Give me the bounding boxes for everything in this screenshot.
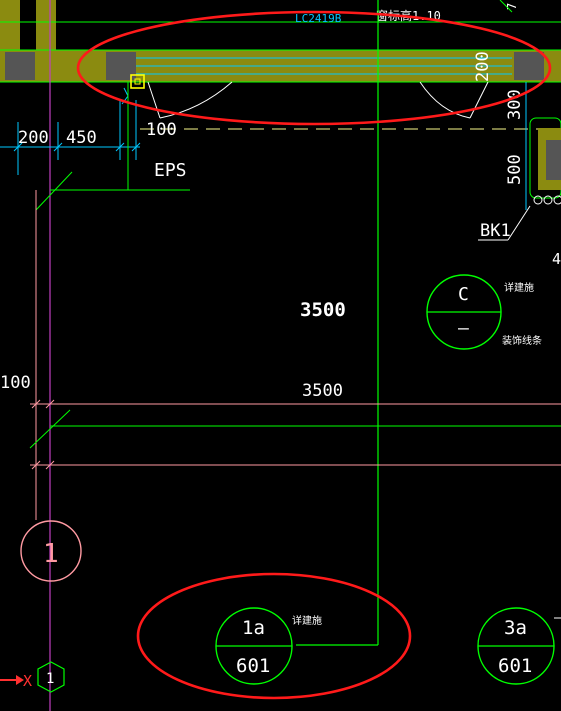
dim-500: 500 — [505, 154, 525, 185]
dim-3500-bold: 3500 — [300, 299, 346, 321]
red-annotation-ellipse-bottom — [136, 572, 412, 700]
callout-3a-top: 3a — [504, 617, 527, 639]
dim-100-left: 100 — [0, 373, 31, 393]
axis-grid-label: 1 — [43, 539, 59, 569]
callout-1a-top: 1a — [242, 617, 265, 639]
cad-drawing-canvas[interactable]: LC2419B 窗标高1.10 7 200 450 100 EPS 200 30… — [0, 0, 561, 711]
callout-c-bottom: – — [458, 318, 469, 339]
door-swing-left — [147, 81, 233, 119]
eps-label: EPS — [154, 160, 187, 181]
dim-200-top: 200 — [473, 51, 493, 82]
dim-partial-7: 7 — [505, 3, 519, 10]
callout-c-top: C — [458, 284, 469, 305]
callout-1a-note: 详建施 — [292, 614, 322, 627]
callout-1a-bottom: 601 — [236, 655, 270, 677]
dim-450: 450 — [66, 128, 97, 148]
callout-c-note1: 详建施 — [504, 281, 534, 294]
callout-c-note2: 装饰线条 — [502, 334, 542, 347]
bk1-label: BK1 — [480, 221, 511, 241]
ucs-origin-label: 1 — [46, 671, 54, 687]
dim-partial-4: 4 — [552, 250, 561, 268]
window-block-right — [529, 117, 561, 205]
dim-100-top: 100 — [146, 120, 177, 140]
ucs-x-label: X — [23, 672, 32, 690]
dim-200-left: 200 — [18, 128, 49, 148]
window-code-label: LC2419B — [295, 12, 342, 25]
callout-3a-bottom: 601 — [498, 655, 532, 677]
dim-3500-line: 3500 — [302, 381, 343, 401]
